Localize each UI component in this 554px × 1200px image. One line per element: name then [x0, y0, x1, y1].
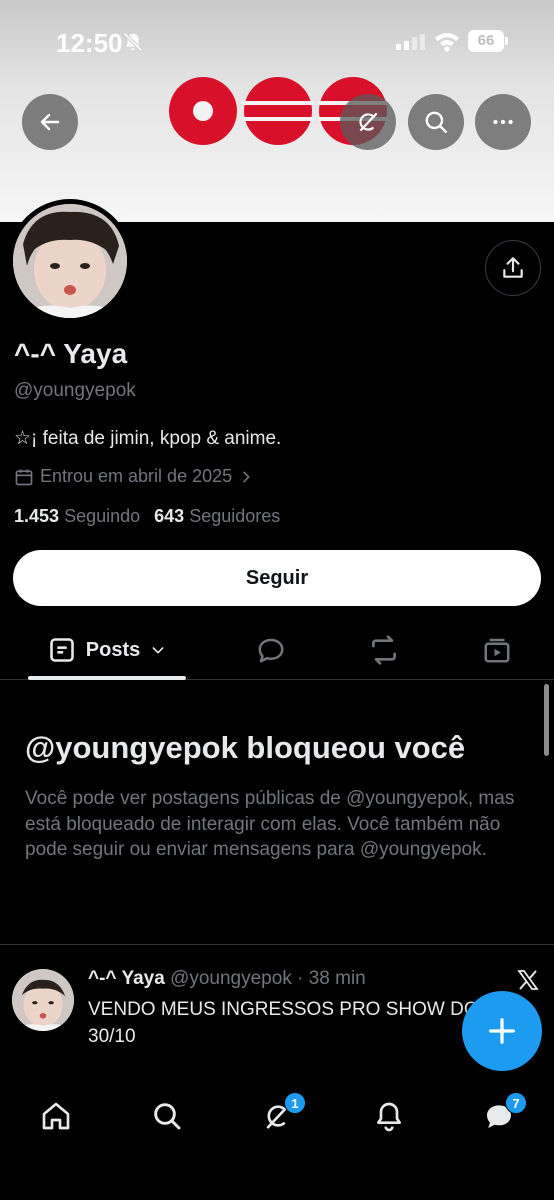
follow-button[interactable]: Seguir	[13, 550, 541, 606]
tweet-author-name[interactable]: ^-^ Yaya	[88, 968, 165, 989]
followers-label: Seguidores	[189, 506, 281, 526]
tab-posts[interactable]: Posts	[28, 620, 186, 680]
posts-icon	[49, 638, 74, 662]
media-icon	[484, 638, 510, 663]
chevron-right-icon	[243, 471, 250, 482]
following-label: Seguindo	[64, 506, 141, 526]
tab-posts-label: Posts	[85, 638, 141, 661]
bottom-navigation: 1 7	[0, 1084, 554, 1200]
joined-text: Entrou em abril de 2025	[40, 466, 233, 486]
tab-reposts[interactable]	[366, 632, 402, 668]
x-logo-icon	[517, 970, 539, 990]
profile-avatar[interactable]	[8, 199, 132, 323]
profile-joined-date[interactable]: Entrou em abril de 2025	[14, 466, 254, 487]
battery-indicator: 66	[468, 30, 508, 52]
nav-home[interactable]	[38, 1098, 74, 1134]
divider	[0, 944, 554, 945]
following-count: 1.453	[14, 506, 60, 526]
tab-replies[interactable]	[253, 632, 289, 668]
avatar-photo	[13, 204, 127, 318]
repost-icon	[372, 635, 396, 665]
cellular-signal-icon	[396, 34, 425, 50]
search-button[interactable]	[408, 94, 464, 150]
grok-button[interactable]	[340, 94, 396, 150]
tweet-header: ^-^ Yaya @youngyepok · 38 min	[88, 968, 366, 990]
more-icon	[493, 119, 513, 125]
wifi-icon	[435, 33, 459, 52]
nav-messages[interactable]: 7	[481, 1092, 527, 1134]
share-profile-button[interactable]	[485, 240, 541, 296]
status-bar: 12:50 66	[0, 0, 554, 80]
messages-badge: 7	[505, 1092, 527, 1114]
search-icon	[425, 111, 447, 133]
bell-icon	[377, 1102, 401, 1132]
more-button[interactable]	[475, 94, 531, 150]
compose-button[interactable]	[462, 991, 542, 1071]
plus-icon	[489, 1018, 515, 1044]
follow-stats: 1.453 Seguindo 643 Seguidores	[14, 506, 280, 527]
nav-grok[interactable]: 1	[260, 1092, 306, 1134]
followers-link[interactable]: 643 Seguidores	[154, 506, 280, 527]
active-tab-indicator	[28, 676, 186, 680]
nav-explore[interactable]	[149, 1098, 185, 1134]
share-icon	[503, 257, 523, 278]
status-time: 12:50	[56, 28, 123, 58]
following-link[interactable]: 1.453 Seguindo	[14, 506, 140, 527]
search-icon	[154, 1103, 181, 1130]
blocked-title: @youngyepok bloqueou você	[25, 730, 466, 765]
home-icon	[42, 1102, 70, 1130]
chevron-down-icon	[152, 647, 164, 654]
blocked-message: Você pode ver postagens públicas de @you…	[25, 788, 515, 860]
arrow-left-icon	[40, 113, 60, 131]
tab-media[interactable]	[479, 632, 515, 668]
reply-icon	[258, 638, 284, 663]
grok-badge: 1	[284, 1092, 306, 1114]
grok-icon	[359, 112, 378, 132]
profile-display-name: ^-^ Yaya	[14, 338, 128, 369]
scrollbar[interactable]	[544, 684, 549, 756]
back-button[interactable]	[22, 94, 78, 150]
bell-slash-icon	[123, 32, 143, 52]
calendar-icon	[15, 469, 33, 485]
profile-tabs: Posts	[0, 620, 554, 680]
profile-handle: @youngyepok	[14, 380, 136, 401]
followers-count: 643	[154, 506, 185, 526]
tweet-handle-time: @youngyepok · 38 min	[170, 968, 366, 989]
tweet-avatar[interactable]	[12, 969, 74, 1031]
nav-notifications[interactable]	[371, 1098, 407, 1134]
profile-bio: ☆¡ feita de jimin, kpop & anime.	[14, 428, 282, 449]
